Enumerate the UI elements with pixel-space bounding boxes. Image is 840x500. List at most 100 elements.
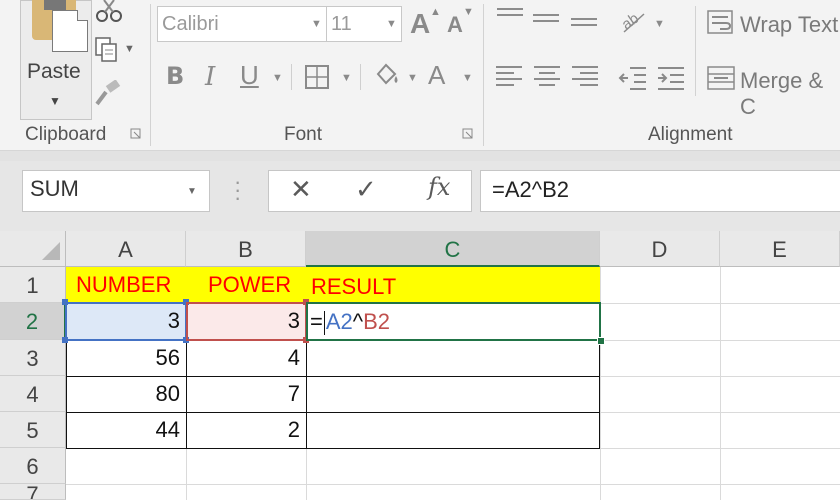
orientation-icon[interactable]: ab (618, 8, 648, 34)
column-header-d[interactable]: D (600, 231, 720, 267)
paste-clip-top (44, 0, 66, 10)
cell-a3[interactable]: 56 (66, 340, 186, 376)
ribbon-bottom-bar (0, 150, 840, 161)
group-separator (483, 4, 484, 146)
grow-font-button[interactable]: A (410, 8, 430, 40)
borders-dropdown-arrow[interactable]: ▼ (341, 72, 352, 84)
cell-b3[interactable]: 4 (186, 340, 306, 376)
format-painter-icon[interactable] (94, 80, 124, 106)
cell-b4[interactable]: 7 (186, 376, 306, 412)
table-border (66, 412, 600, 413)
insert-function-icon[interactable]: fx (428, 173, 450, 201)
cell-b5[interactable]: 2 (186, 412, 306, 448)
bottom-align-icon[interactable] (571, 18, 597, 40)
gridline (720, 267, 721, 500)
formula-op: ^ (352, 309, 364, 334)
align-right-icon[interactable] (572, 66, 598, 88)
table-border (599, 340, 600, 449)
font-name-dropdown-arrow[interactable]: ▼ (311, 18, 322, 30)
row-header-5[interactable]: 5 (0, 412, 66, 448)
scissors-icon[interactable] (94, 0, 124, 26)
formula-ref-b2: B2 (363, 309, 391, 334)
clipboard-group-label: Clipboard (25, 124, 107, 145)
alignment-group-label: Alignment (648, 124, 733, 145)
svg-text:▼: ▼ (124, 43, 134, 55)
grow-font-caret-icon: ▲ (430, 6, 441, 18)
table-border (186, 340, 187, 449)
wrap-text-icon[interactable] (706, 8, 736, 36)
reference-box-b2 (186, 302, 307, 341)
font-separator (291, 64, 292, 90)
merge-icon[interactable] (706, 64, 736, 92)
name-box-dropdown-arrow[interactable]: ▼ (187, 186, 197, 197)
table-border (66, 376, 600, 377)
fill-color-dropdown-arrow[interactable]: ▼ (407, 72, 418, 84)
select-all-triangle-icon (42, 242, 60, 260)
cell-a1[interactable]: NUMBER (66, 267, 186, 303)
table-border (306, 340, 307, 449)
table-border (66, 448, 600, 449)
group-separator (150, 4, 151, 146)
formula-bar-resize-handle[interactable]: · · · (234, 171, 241, 209)
reference-box-a2 (65, 302, 187, 341)
column-header-e[interactable]: E (720, 231, 840, 267)
formula-ref-a2: A2 (325, 309, 353, 334)
borders-icon[interactable] (304, 64, 332, 90)
row-header-1[interactable]: 1 (0, 267, 66, 303)
column-header-c[interactable]: C (306, 231, 600, 267)
top-align-icon[interactable] (497, 8, 523, 30)
row-header-7[interactable]: 7 (0, 484, 66, 500)
reference-handle[interactable] (62, 337, 68, 343)
cell-c2-edit[interactable]: = A2^B2 (310, 306, 390, 338)
font-size-value: 11 (331, 13, 352, 35)
italic-button[interactable]: I (205, 62, 215, 92)
svg-text:ab: ab (619, 10, 642, 33)
paste-document-icon (52, 10, 88, 52)
shrink-font-caret-icon: ▼ (463, 6, 474, 18)
column-header-a[interactable]: A (66, 231, 186, 267)
formula-eq: = (310, 309, 323, 334)
align-center-icon[interactable] (534, 66, 560, 88)
font-size-dropdown-arrow[interactable]: ▼ (386, 18, 397, 30)
underline-button[interactable]: U (240, 60, 259, 91)
fill-color-icon[interactable] (372, 60, 404, 90)
cell-a5[interactable]: 44 (66, 412, 186, 448)
underline-dropdown-arrow[interactable]: ▼ (272, 72, 283, 84)
column-header-b[interactable]: B (186, 231, 306, 267)
name-box-value: SUM (30, 176, 79, 201)
row-header-4[interactable]: 4 (0, 376, 66, 412)
cell-a4[interactable]: 80 (66, 376, 186, 412)
reference-handle[interactable] (62, 299, 68, 305)
paste-dropdown-arrow[interactable]: ▼ (49, 94, 61, 108)
font-color-button[interactable]: A (428, 60, 445, 91)
table-border (66, 340, 67, 449)
font-color-dropdown-arrow[interactable]: ▼ (462, 72, 473, 84)
cell-c1[interactable]: RESULT (306, 267, 600, 303)
wrap-text-button[interactable]: Wrap Text (740, 12, 838, 38)
cancel-icon[interactable]: ✕ (290, 174, 312, 205)
align-left-icon[interactable] (496, 66, 522, 88)
clipboard-dialog-launcher-icon[interactable] (130, 128, 142, 140)
gridline (66, 484, 840, 485)
row-header-6[interactable]: 6 (0, 448, 66, 484)
merge-center-button[interactable]: Merge & C (740, 68, 840, 120)
bold-button[interactable]: B (166, 62, 184, 90)
font-separator (360, 64, 361, 90)
paste-label: Paste (27, 60, 81, 83)
row-header-3[interactable]: 3 (0, 340, 66, 376)
alignment-separator (695, 6, 696, 96)
orientation-dropdown-arrow[interactable]: ▼ (654, 18, 665, 30)
decrease-indent-icon[interactable] (618, 64, 648, 92)
cell-b1[interactable]: POWER (186, 267, 306, 303)
formula-input-text: =A2^B2 (492, 177, 569, 202)
font-name-combobox[interactable]: Calibri (157, 6, 327, 42)
shrink-font-button[interactable]: A (447, 12, 463, 38)
copy-icon[interactable]: ▼ (94, 36, 134, 64)
increase-indent-icon[interactable] (656, 64, 686, 92)
fill-handle[interactable] (597, 337, 605, 345)
enter-icon[interactable]: ✓ (355, 174, 377, 205)
row-header-2[interactable]: 2 (0, 303, 66, 340)
font-dialog-launcher-icon[interactable] (462, 128, 474, 140)
middle-align-icon[interactable] (533, 14, 559, 36)
font-group-label: Font (284, 124, 323, 145)
